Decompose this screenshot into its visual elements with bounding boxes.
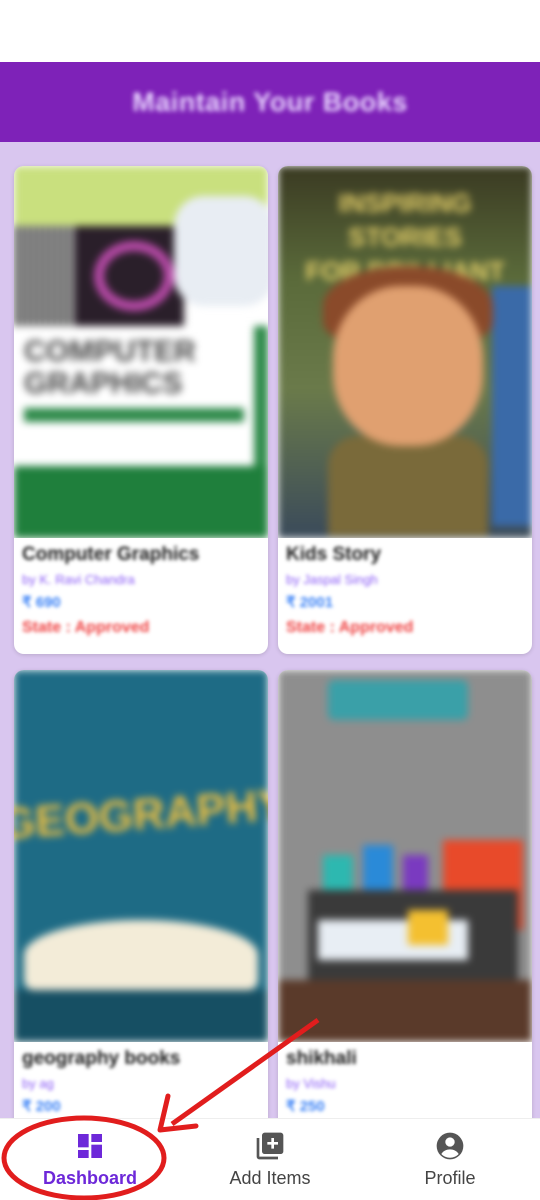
nav-profile[interactable]: Profile	[360, 1119, 540, 1200]
book-card[interactable]: COMPUTER GRAPHICS Computer Graphics by K…	[14, 166, 268, 654]
app-bar: Maintain Your Books	[0, 62, 540, 142]
book-cover-image	[278, 670, 532, 1042]
book-cover-image: INSPIRING STORIES FOR BRILLIANT KIDS	[278, 166, 532, 538]
book-author: by K. Ravi Chandra	[22, 572, 135, 587]
book-state: State : Approved	[286, 619, 414, 636]
books-grid[interactable]: COMPUTER GRAPHICS Computer Graphics by K…	[0, 142, 540, 1118]
status-bar-area	[0, 0, 540, 62]
book-info: shikhali by Vishu ₹ 250	[286, 1048, 526, 1115]
nav-add-items[interactable]: Add Items	[180, 1119, 360, 1200]
book-info: Kids Story by Jaspal Singh ₹ 2001 State …	[286, 544, 526, 637]
book-info: geography books by ag ₹ 200	[22, 1048, 262, 1115]
dashboard-icon	[78, 1134, 102, 1158]
book-card[interactable]: INSPIRING STORIES FOR BRILLIANT KIDS Kid…	[278, 166, 532, 654]
nav-label: Add Items	[229, 1168, 311, 1188]
book-author: by Vishu	[286, 1076, 336, 1091]
book-state: State : Approved	[22, 619, 150, 636]
book-cover-image: COMPUTER GRAPHICS	[14, 166, 268, 538]
account-circle-icon	[436, 1132, 464, 1160]
cover-title: COMPUTER GRAPHICS	[24, 335, 196, 400]
add-box-icon	[256, 1132, 284, 1160]
book-price: ₹ 250	[286, 1098, 325, 1115]
book-card[interactable]: shikhali by Vishu ₹ 250	[278, 670, 532, 1118]
book-card[interactable]: GEOGRAPHY geography books by ag ₹ 200	[14, 670, 268, 1118]
bottom-navigation: Dashboard Add Items Profile	[0, 1118, 540, 1200]
book-price: ₹ 200	[22, 1098, 61, 1115]
book-author: by ag	[22, 1076, 54, 1091]
book-title: shikhali	[286, 1048, 357, 1069]
book-cover-image: GEOGRAPHY	[14, 670, 268, 1042]
nav-label: Profile	[424, 1168, 476, 1188]
book-title: geography books	[22, 1048, 181, 1069]
book-price: ₹ 2001	[286, 594, 334, 611]
book-price: ₹ 690	[22, 594, 61, 611]
page-title: Maintain Your Books	[132, 86, 408, 117]
book-title: Computer Graphics	[22, 544, 200, 565]
book-title: Kids Story	[286, 544, 382, 565]
book-info: Computer Graphics by K. Ravi Chandra ₹ 6…	[22, 544, 262, 637]
nav-label: Dashboard	[42, 1168, 138, 1188]
book-author: by Jaspal Singh	[286, 572, 378, 587]
nav-dashboard[interactable]: Dashboard	[0, 1119, 180, 1200]
